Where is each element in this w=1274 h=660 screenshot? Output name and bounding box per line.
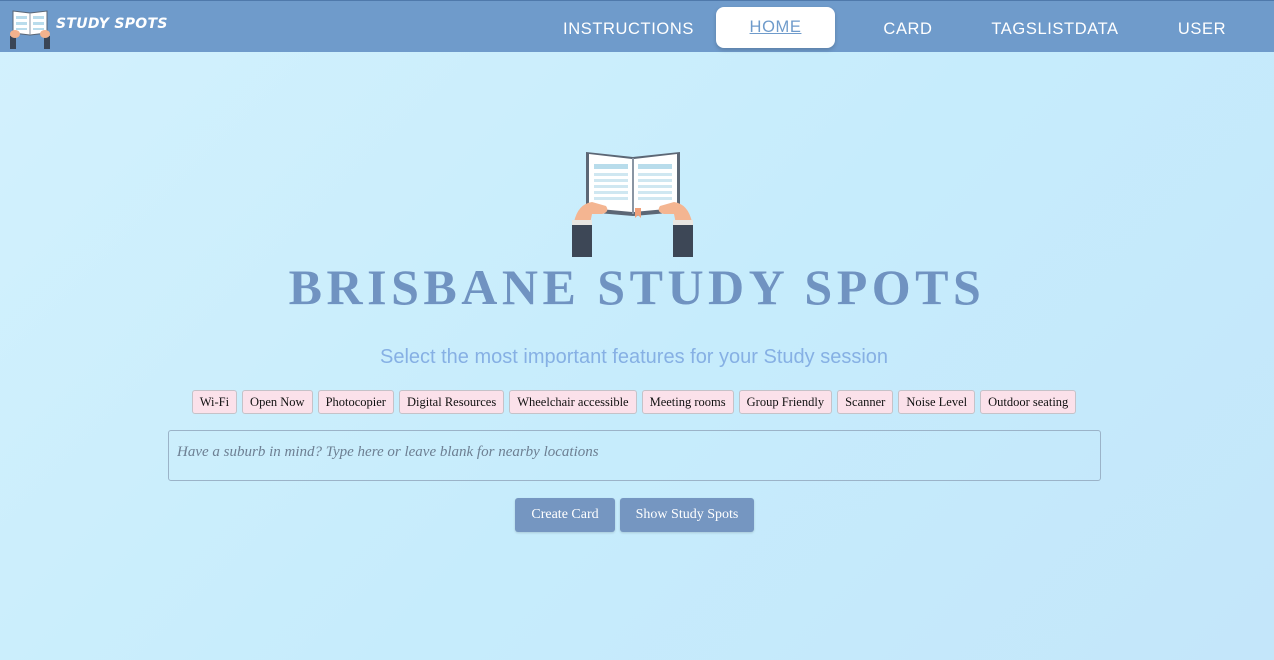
nav-home[interactable]: HOME	[716, 7, 835, 48]
tag-photocopier[interactable]: Photocopier	[317, 390, 394, 414]
feature-tags: Wi-Fi Open Now Photocopier Digital Resou…	[0, 390, 1268, 414]
brand-name: STUDY SPOTS	[56, 16, 168, 32]
create-card-button[interactable]: Create Card	[515, 498, 615, 532]
brand-link[interactable]: STUDY SPOTS	[6, 5, 168, 49]
nav-tagslistdata[interactable]: TAGSLISTDATA	[980, 1, 1130, 53]
tag-outdoor-seating[interactable]: Outdoor seating	[980, 390, 1077, 414]
suburb-search-input[interactable]	[168, 430, 1101, 481]
tag-digital-resources[interactable]: Digital Resources	[398, 390, 505, 414]
hero-book-illustration	[568, 148, 698, 263]
page-title: BRISBANE STUDY SPOTS	[288, 259, 986, 315]
tag-wheelchair-accessible[interactable]: Wheelchair accessible	[509, 390, 637, 414]
open-book-hands-icon	[572, 152, 693, 257]
nav-instructions[interactable]: INSTRUCTIONS	[556, 1, 701, 53]
page-subtitle: Select the most important features for y…	[379, 346, 889, 368]
tag-noise-level[interactable]: Noise Level	[898, 390, 976, 414]
tag-group-friendly[interactable]: Group Friendly	[738, 390, 833, 414]
tag-wifi[interactable]: Wi-Fi	[191, 390, 238, 414]
top-navbar: STUDY SPOTS INSTRUCTIONS HOME CARD TAGSL…	[0, 0, 1274, 52]
nav-card[interactable]: CARD	[868, 1, 948, 53]
show-study-spots-button[interactable]: Show Study Spots	[620, 498, 754, 532]
tag-scanner[interactable]: Scanner	[837, 390, 894, 414]
nav-user[interactable]: USER	[1168, 1, 1236, 53]
tag-meeting-rooms[interactable]: Meeting rooms	[641, 390, 734, 414]
tag-open-now[interactable]: Open Now	[242, 390, 313, 414]
open-book-hands-icon	[10, 10, 50, 49]
